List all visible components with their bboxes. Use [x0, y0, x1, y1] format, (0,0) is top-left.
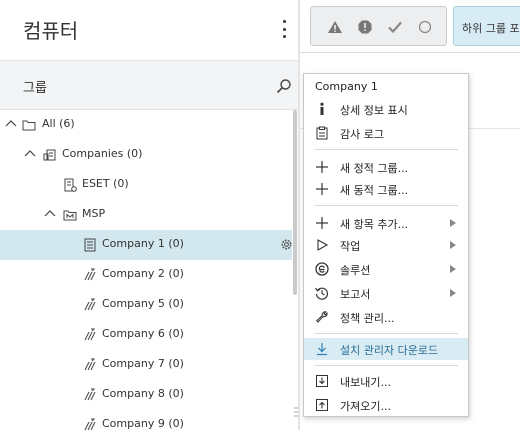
menu-item-label: 정책 관리... [340, 312, 395, 325]
menu-separator [315, 333, 458, 334]
tree-item-company-2[interactable]: Company 2 (0) [0, 260, 292, 290]
building-icon [84, 238, 96, 252]
menu-separator [315, 365, 458, 366]
tree-item-label: Company 2 (0) [102, 267, 184, 280]
tree-item-label: Company 9 (0) [102, 417, 184, 430]
tree-item-all[interactable]: All (6) [0, 110, 292, 140]
circle-icon[interactable] [417, 19, 433, 35]
tree-item-label: Company 6 (0) [102, 327, 184, 340]
tree-item-label: Company 7 (0) [102, 357, 184, 370]
menu-separator [315, 149, 458, 150]
search-icon[interactable] [276, 78, 292, 94]
alert-icon[interactable] [357, 19, 373, 35]
group-label: 그룹 [23, 81, 47, 96]
wrench-icon [316, 311, 328, 323]
menu-item-reports[interactable]: 보고서 [304, 282, 468, 304]
panel-divider[interactable] [298, 0, 300, 430]
dynamic-group-icon [84, 298, 96, 311]
group-header: 그룹 [0, 60, 298, 110]
status-filter [310, 6, 447, 46]
menu-item-import[interactable]: 가져오기... [304, 394, 468, 416]
scrollbar-thumb[interactable] [293, 110, 297, 295]
tree-item-company-9[interactable]: Company 9 (0) [0, 410, 292, 440]
info-icon [320, 102, 324, 115]
download-icon [317, 343, 327, 356]
menu-item-new-dynamic-group[interactable]: 새 동적 그룹... [304, 178, 468, 200]
menu-item-label: 감사 로그 [340, 128, 384, 141]
tree-item-companies[interactable]: Companies (0) [0, 140, 292, 170]
eset-logo-icon [315, 262, 329, 276]
tree-item-company-7[interactable]: Company 7 (0) [0, 350, 292, 380]
tree-item-label: Companies (0) [62, 147, 143, 160]
dynamic-group-icon [84, 388, 96, 401]
menu-item-tasks[interactable]: 작업 [304, 234, 468, 256]
include-subgroups-label: 하위 그룹 포함 [462, 22, 520, 35]
export-icon [316, 375, 328, 387]
groups-panel: 컴퓨터 그룹 All (6) Companies (0) ESET (0) MS… [0, 0, 300, 431]
menu-item-label: 내보내기... [340, 376, 391, 389]
chevron-up-icon[interactable] [5, 118, 17, 130]
menu-item-solutions[interactable]: 솔루션 [304, 258, 468, 280]
msp-folder-icon [63, 210, 77, 221]
tree-item-company-1[interactable]: Company 1 (0) [0, 230, 292, 260]
tree-item-company-8[interactable]: Company 8 (0) [0, 380, 292, 410]
menu-item-label: 상세 정보 표시 [340, 104, 408, 117]
dynamic-group-icon [84, 268, 96, 281]
page-title: 컴퓨터 [23, 19, 79, 43]
tree-item-msp[interactable]: MSP [0, 200, 292, 230]
import-icon [316, 399, 328, 411]
menu-item-label: 새 항목 추가... [340, 218, 409, 231]
menu-item-add-new[interactable]: 새 항목 추가... [304, 212, 468, 234]
tree-item-label: Company 5 (0) [102, 297, 184, 310]
tree-item-label: MSP [82, 207, 106, 220]
menu-item-label: 작업 [340, 240, 361, 253]
submenu-arrow-icon [450, 265, 456, 273]
menu-item-download-installer[interactable]: 설치 관리자 다운로드 [304, 338, 468, 360]
clipboard-icon [316, 126, 328, 140]
warning-icon[interactable] [327, 19, 343, 35]
toolbar-divider [300, 52, 520, 53]
menu-item-new-static-group[interactable]: 새 정적 그룹... [304, 156, 468, 178]
menu-item-label: 설치 관리자 다운로드 [340, 344, 439, 357]
context-menu-title: Company 1 [315, 80, 378, 93]
menu-item-audit-log[interactable]: 감사 로그 [304, 122, 468, 144]
building-icon [64, 178, 77, 192]
play-icon [317, 239, 329, 251]
context-menu: Company 1 상세 정보 표시 감사 로그 새 정적 그룹... 새 동적… [303, 73, 469, 417]
menu-item-manage-policies[interactable]: 정책 관리... [304, 306, 468, 328]
tree-item-company-6[interactable]: Company 6 (0) [0, 320, 292, 350]
tree-item-eset[interactable]: ESET (0) [0, 170, 292, 200]
tree-item-label: Company 8 (0) [102, 387, 184, 400]
tree-item-company-5[interactable]: Company 5 (0) [0, 290, 292, 320]
companies-icon [43, 149, 56, 161]
check-icon[interactable] [387, 19, 403, 35]
submenu-arrow-icon [450, 219, 456, 227]
menu-item-export[interactable]: 내보내기... [304, 370, 468, 392]
submenu-arrow-icon [450, 289, 456, 297]
more-options-icon[interactable] [280, 20, 288, 38]
menu-item-label: 가져오기... [340, 400, 391, 413]
dynamic-group-icon [84, 328, 96, 341]
tree-item-label: Company 1 (0) [102, 237, 184, 250]
menu-separator [315, 205, 458, 206]
tree-item-label: ESET (0) [82, 177, 129, 190]
dynamic-group-icon [84, 358, 96, 371]
include-subgroups-button[interactable]: 하위 그룹 포함 [453, 6, 520, 46]
tree-item-label: All (6) [42, 117, 75, 130]
menu-item-label: 솔루션 [340, 264, 371, 277]
submenu-arrow-icon [450, 241, 456, 249]
plus-icon [316, 183, 328, 195]
chevron-up-icon[interactable] [24, 148, 36, 160]
menu-item-label: 보고서 [340, 288, 371, 301]
menu-item-label: 새 동적 그룹... [340, 184, 409, 197]
history-icon [315, 287, 329, 300]
folder-icon [22, 120, 36, 131]
menu-item-show-details[interactable]: 상세 정보 표시 [304, 98, 468, 120]
chevron-up-icon[interactable] [44, 208, 56, 220]
plus-icon [316, 161, 328, 173]
plus-icon [316, 217, 328, 229]
menu-item-label: 새 정적 그룹... [340, 162, 409, 175]
